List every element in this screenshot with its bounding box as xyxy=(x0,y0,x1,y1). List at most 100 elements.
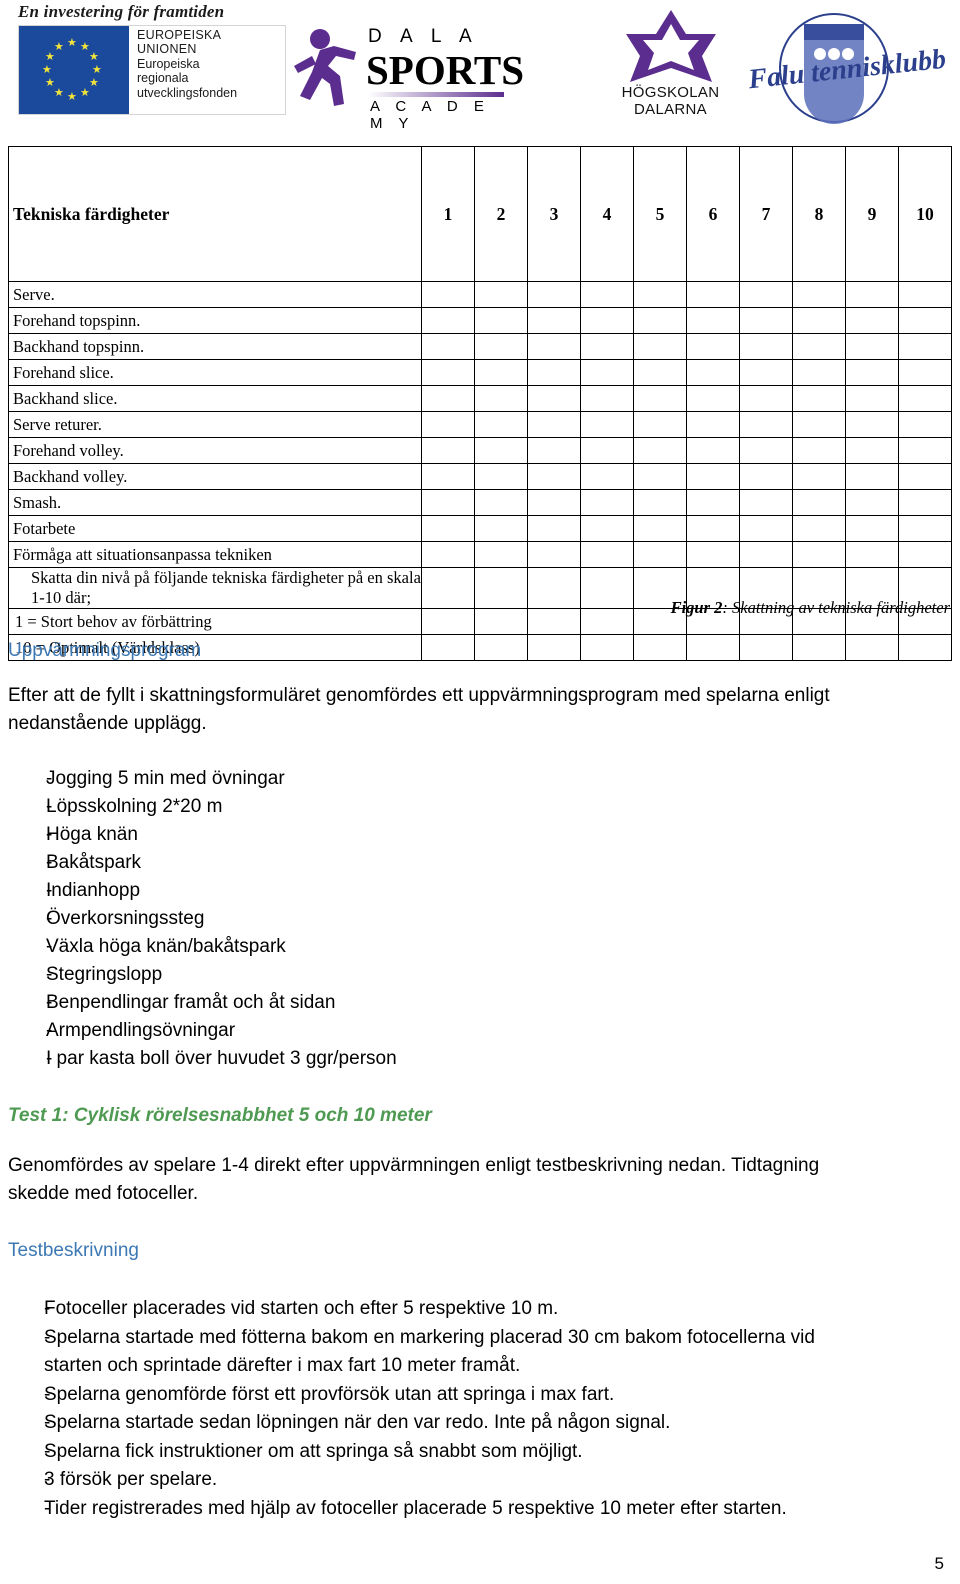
skill-rating-cell[interactable] xyxy=(580,333,634,360)
skill-rating-cell[interactable] xyxy=(474,463,528,490)
skill-rating-cell[interactable] xyxy=(421,567,475,609)
skill-rating-cell[interactable] xyxy=(527,359,581,386)
skill-rating-cell[interactable] xyxy=(686,281,740,308)
skill-rating-cell[interactable] xyxy=(686,385,740,412)
skill-rating-cell[interactable] xyxy=(898,281,952,308)
skill-rating-cell[interactable] xyxy=(421,385,475,412)
skill-rating-cell[interactable] xyxy=(527,634,581,661)
skill-rating-cell[interactable] xyxy=(580,489,634,516)
skill-rating-cell[interactable] xyxy=(845,515,899,542)
skill-rating-cell[interactable] xyxy=(739,489,793,516)
skill-rating-cell[interactable] xyxy=(845,333,899,360)
skill-rating-cell[interactable] xyxy=(739,307,793,334)
skill-rating-cell[interactable] xyxy=(474,281,528,308)
skill-rating-cell[interactable] xyxy=(898,515,952,542)
skill-rating-cell[interactable] xyxy=(898,385,952,412)
skill-rating-cell[interactable] xyxy=(633,463,687,490)
skill-rating-cell[interactable] xyxy=(898,307,952,334)
skill-rating-cell[interactable] xyxy=(739,437,793,464)
skill-rating-cell[interactable] xyxy=(633,333,687,360)
skill-rating-cell[interactable] xyxy=(580,281,634,308)
skill-rating-cell[interactable] xyxy=(845,437,899,464)
skill-rating-cell[interactable] xyxy=(686,359,740,386)
skill-rating-cell[interactable] xyxy=(686,411,740,438)
skill-rating-cell[interactable] xyxy=(845,385,899,412)
skill-rating-cell[interactable] xyxy=(686,489,740,516)
skill-rating-cell[interactable] xyxy=(474,359,528,386)
skill-rating-cell[interactable] xyxy=(792,359,846,386)
skill-rating-cell[interactable] xyxy=(686,307,740,334)
skill-rating-cell[interactable] xyxy=(580,541,634,568)
skill-rating-cell[interactable] xyxy=(845,307,899,334)
skill-rating-cell[interactable] xyxy=(845,463,899,490)
skill-rating-cell[interactable] xyxy=(527,437,581,464)
skill-rating-cell[interactable] xyxy=(474,567,528,609)
skill-rating-cell[interactable] xyxy=(845,411,899,438)
skill-rating-cell[interactable] xyxy=(739,333,793,360)
skill-rating-cell[interactable] xyxy=(898,333,952,360)
skill-rating-cell[interactable] xyxy=(898,541,952,568)
skill-rating-cell[interactable] xyxy=(898,489,952,516)
skill-rating-cell[interactable] xyxy=(580,608,634,635)
skill-rating-cell[interactable] xyxy=(792,333,846,360)
skill-rating-cell[interactable] xyxy=(421,307,475,334)
skill-rating-cell[interactable] xyxy=(792,411,846,438)
skill-rating-cell[interactable] xyxy=(739,385,793,412)
skill-rating-cell[interactable] xyxy=(474,385,528,412)
skill-rating-cell[interactable] xyxy=(792,489,846,516)
skill-rating-cell[interactable] xyxy=(633,385,687,412)
skill-rating-cell[interactable] xyxy=(580,359,634,386)
skill-rating-cell[interactable] xyxy=(580,307,634,334)
skill-rating-cell[interactable] xyxy=(739,411,793,438)
skill-rating-cell[interactable] xyxy=(527,567,581,609)
skill-rating-cell[interactable] xyxy=(474,411,528,438)
skill-rating-cell[interactable] xyxy=(527,411,581,438)
skill-rating-cell[interactable] xyxy=(633,307,687,334)
skill-rating-cell[interactable] xyxy=(898,437,952,464)
skill-rating-cell[interactable] xyxy=(580,567,634,609)
skill-rating-cell[interactable] xyxy=(527,463,581,490)
skill-rating-cell[interactable] xyxy=(527,608,581,635)
skill-rating-cell[interactable] xyxy=(474,489,528,516)
skill-rating-cell[interactable] xyxy=(421,437,475,464)
skill-rating-cell[interactable] xyxy=(792,385,846,412)
skill-rating-cell[interactable] xyxy=(527,541,581,568)
skill-rating-cell[interactable] xyxy=(845,489,899,516)
skill-rating-cell[interactable] xyxy=(739,281,793,308)
skill-rating-cell[interactable] xyxy=(792,463,846,490)
skill-rating-cell[interactable] xyxy=(845,359,899,386)
skill-rating-cell[interactable] xyxy=(686,463,740,490)
skill-rating-cell[interactable] xyxy=(686,333,740,360)
skill-rating-cell[interactable] xyxy=(474,515,528,542)
skill-rating-cell[interactable] xyxy=(686,541,740,568)
skill-rating-cell[interactable] xyxy=(527,515,581,542)
skill-rating-cell[interactable] xyxy=(421,359,475,386)
skill-rating-cell[interactable] xyxy=(421,333,475,360)
skill-rating-cell[interactable] xyxy=(633,411,687,438)
skill-rating-cell[interactable] xyxy=(527,489,581,516)
skill-rating-cell[interactable] xyxy=(474,333,528,360)
skill-rating-cell[interactable] xyxy=(527,333,581,360)
skill-rating-cell[interactable] xyxy=(580,437,634,464)
skill-rating-cell[interactable] xyxy=(739,359,793,386)
skill-rating-cell[interactable] xyxy=(739,515,793,542)
skill-rating-cell[interactable] xyxy=(633,515,687,542)
skill-rating-cell[interactable] xyxy=(421,541,475,568)
skill-rating-cell[interactable] xyxy=(633,489,687,516)
skill-rating-cell[interactable] xyxy=(792,515,846,542)
skill-rating-cell[interactable] xyxy=(580,634,634,661)
skill-rating-cell[interactable] xyxy=(421,489,475,516)
skill-rating-cell[interactable] xyxy=(633,281,687,308)
skill-rating-cell[interactable] xyxy=(421,411,475,438)
skill-rating-cell[interactable] xyxy=(845,281,899,308)
skill-rating-cell[interactable] xyxy=(474,437,528,464)
skill-rating-cell[interactable] xyxy=(421,634,475,661)
skill-rating-cell[interactable] xyxy=(421,463,475,490)
skill-rating-cell[interactable] xyxy=(898,463,952,490)
skill-rating-cell[interactable] xyxy=(898,411,952,438)
skill-rating-cell[interactable] xyxy=(580,385,634,412)
skill-rating-cell[interactable] xyxy=(474,307,528,334)
skill-rating-cell[interactable] xyxy=(739,541,793,568)
skill-rating-cell[interactable] xyxy=(580,515,634,542)
skill-rating-cell[interactable] xyxy=(898,359,952,386)
